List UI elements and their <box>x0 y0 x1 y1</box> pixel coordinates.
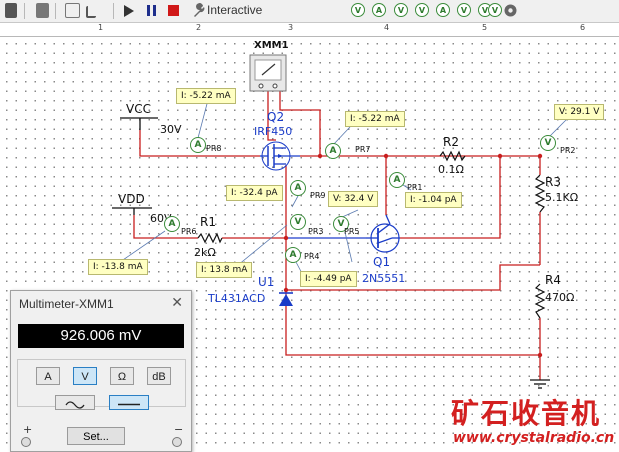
voltage-probe-icon: V <box>333 216 349 232</box>
multimeter-display: 926.006 mV <box>18 324 184 348</box>
r2-value: 0.1Ω <box>438 163 464 176</box>
bjt-q1[interactable]: Q1 2N5551 <box>362 214 405 285</box>
positive-terminal[interactable] <box>21 437 31 447</box>
ohmmeter-mode-button[interactable]: Ω <box>110 367 134 385</box>
shunt-regulator-u1[interactable]: U1 TL431ACD <box>207 275 293 306</box>
r3-ref: R3 <box>545 175 561 189</box>
ammeter-mode-button[interactable]: A <box>36 367 60 385</box>
probe-pr9[interactable]: A <box>290 180 306 196</box>
resistor-r4[interactable]: R4 470Ω <box>534 273 574 319</box>
current-probe-icon: A <box>285 247 301 263</box>
xmm-label: XMM1 <box>254 40 289 51</box>
current-probe-icon: A <box>190 137 206 153</box>
negative-terminal[interactable] <box>172 437 182 447</box>
probe-pr2[interactable]: V <box>540 135 556 151</box>
resistor-r3[interactable]: R3 5.1KΩ <box>534 174 578 213</box>
vdd-source[interactable]: VDD 60V <box>112 192 172 225</box>
sine-wave-icon <box>65 401 85 409</box>
resistor-r1[interactable]: R1 2kΩ <box>194 215 223 259</box>
current-probe-icon: A <box>164 216 180 232</box>
q1-ref: Q1 <box>373 255 390 269</box>
probe-pr1[interactable]: A <box>389 172 405 188</box>
u1-model: TL431ACD <box>207 292 265 305</box>
watermark-url: www.crystalradio.cn <box>453 430 615 446</box>
dc-mode-button[interactable] <box>109 395 149 410</box>
probe-pr7[interactable]: A <box>325 143 341 159</box>
q2-ref: Q2 <box>267 110 284 124</box>
r1-value: 2kΩ <box>194 246 216 259</box>
r2-ref: R2 <box>443 135 459 149</box>
junction-dots <box>283 153 543 358</box>
dc-line-icon <box>118 403 140 406</box>
vcc-source[interactable]: VCC 30V <box>120 102 182 136</box>
multimeter-title: Multimeter-XMM1 <box>19 297 114 311</box>
probe-pr8[interactable]: A <box>190 137 206 153</box>
q1-model: 2N5551 <box>362 272 405 285</box>
vdd-label: VDD <box>118 192 145 206</box>
current-probe-icon: A <box>389 172 405 188</box>
u1-ref: U1 <box>258 275 274 289</box>
r4-value: 470Ω <box>545 291 574 304</box>
r1-ref: R1 <box>200 215 216 229</box>
r4-ref: R4 <box>545 273 561 287</box>
ac-mode-button[interactable] <box>55 395 95 410</box>
watermark-text: 矿石收音机 <box>451 397 602 430</box>
probe-pr6[interactable]: A <box>164 216 180 232</box>
q2-model: IRF450 <box>254 125 292 138</box>
current-probe-icon: A <box>290 180 306 196</box>
close-icon[interactable]: ✕ <box>171 295 183 311</box>
decibel-mode-button[interactable]: dB <box>147 367 171 385</box>
negative-terminal-label: − <box>174 423 184 436</box>
vcc-value: 30V <box>160 123 182 136</box>
probe-leaders <box>119 99 569 280</box>
probe-pr3[interactable]: V <box>290 214 306 230</box>
multimeter-panel[interactable]: Multimeter-XMM1 ✕ 926.006 mV A V Ω dB + … <box>10 290 192 452</box>
multimeter-symbol[interactable]: XMM1 <box>249 40 289 92</box>
probe-pr4[interactable]: A <box>285 247 301 263</box>
ground-symbol <box>530 379 550 389</box>
settings-button[interactable]: Set... <box>67 427 125 445</box>
red-wires <box>133 85 541 380</box>
r3-value: 5.1KΩ <box>545 191 578 204</box>
current-probe-icon: A <box>325 143 341 159</box>
watermark: 矿石收音机 www.crystalradio.cn <box>451 392 614 446</box>
voltmeter-mode-button[interactable]: V <box>73 367 97 385</box>
voltage-probe-icon: V <box>290 214 306 230</box>
mosfet-q2[interactable]: Q2 IRF450 <box>254 110 300 171</box>
positive-terminal-label: + <box>23 423 33 436</box>
multimeter-mode-group: A V Ω dB <box>17 359 186 407</box>
voltage-probe-icon: V <box>540 135 556 151</box>
vcc-label: VCC <box>126 102 151 116</box>
probe-pr5[interactable]: V <box>333 216 349 232</box>
